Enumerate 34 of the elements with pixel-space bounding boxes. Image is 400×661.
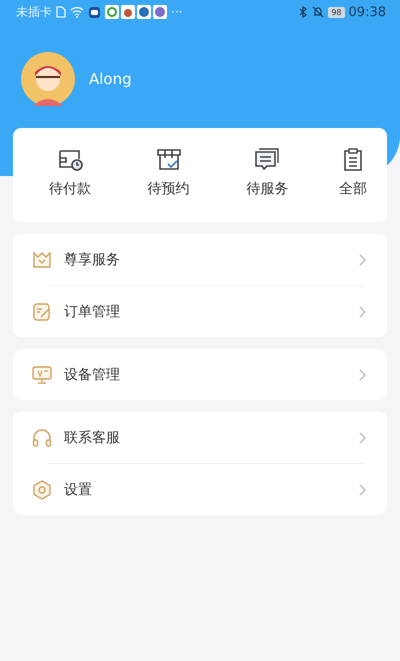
carrier-text: 未插卡: [16, 4, 52, 20]
calendar-check-icon: [156, 148, 182, 172]
more-text: ···: [171, 5, 182, 19]
headset-icon: [32, 428, 52, 446]
order-status-button[interactable]: 待服务: [232, 148, 302, 202]
chevron-right-icon: [359, 368, 367, 380]
user-name: Along: [89, 70, 132, 88]
menu-item[interactable]: 尊享服务: [13, 234, 387, 285]
chat-icon: [254, 148, 280, 172]
settings-icon: [32, 480, 52, 500]
edit-icon: [32, 302, 52, 322]
order-status-button[interactable]: 待付款: [35, 148, 105, 202]
clock-time: 09:38: [348, 4, 386, 20]
chevron-right-icon: [359, 432, 367, 444]
battery-level: 98: [328, 6, 345, 18]
menu-item[interactable]: 设备管理: [13, 349, 387, 400]
wallet-clock-icon: [57, 148, 83, 172]
chevron-right-icon: [359, 254, 367, 266]
crown-icon: [32, 250, 52, 268]
menu-item[interactable]: 订单管理: [13, 286, 387, 337]
sim-icon: [56, 6, 66, 18]
order-status-button[interactable]: 待预约: [134, 148, 204, 202]
notification-icons-drawing: [105, 5, 167, 19]
menu-item[interactable]: 设置: [13, 464, 387, 515]
menu-item[interactable]: 联系客服: [13, 412, 387, 463]
bluetooth-icon: [299, 6, 308, 18]
chevron-right-icon: [359, 484, 367, 496]
mute-icon: [312, 6, 324, 18]
tv-icon: [32, 366, 52, 384]
chevron-right-icon: [359, 306, 367, 318]
avatar-drawing: [21, 52, 75, 106]
app-icons-drawing: [88, 6, 101, 18]
wifi-icon: [70, 6, 84, 18]
order-status-button[interactable]: 全部: [330, 148, 375, 202]
